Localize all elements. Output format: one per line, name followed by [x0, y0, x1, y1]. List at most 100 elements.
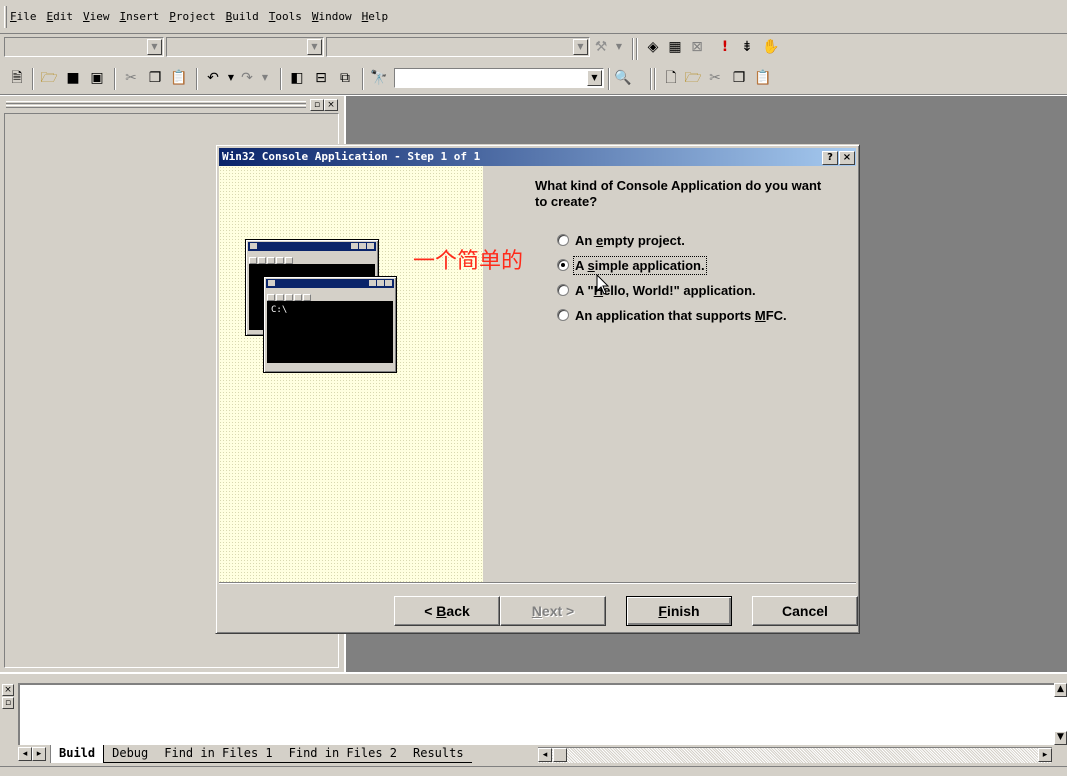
go-icon[interactable]: ⇟	[738, 38, 756, 56]
chevron-down-icon[interactable]: ▼	[587, 70, 602, 86]
new-text-file-icon[interactable]: 🗎	[8, 69, 26, 87]
radio-empty-project[interactable]: An empty project.	[557, 231, 685, 249]
output-vertical-scrollbar[interactable]: ▲ ▼	[1054, 683, 1067, 745]
menu-item-build[interactable]: Build	[226, 10, 259, 23]
open-icon[interactable]: 🗁	[684, 69, 702, 87]
new-icon[interactable]: 🗋	[662, 69, 680, 87]
radio-button[interactable]	[557, 309, 569, 321]
chevron-down-icon[interactable]: ▼	[610, 38, 628, 56]
tab-scroll-right-icon[interactable]: ▸	[32, 747, 46, 761]
console-prompt: C:\	[267, 301, 393, 363]
finish-button[interactable]: Finish	[626, 596, 732, 626]
tab-find-in-files-1[interactable]: Find in Files 1	[156, 745, 281, 763]
menu-bar-grip[interactable]	[4, 6, 7, 28]
standard-toolbar: 🗎 🗁 ■ ▣ ✂ ❐ 📋 ↶ ▼ ↷ ▼ ◧ ⊟ ⧉ 🔭 ▼ 🔍 🗋 🗁 ✂ …	[0, 64, 790, 94]
copy-icon[interactable]: ❐	[730, 69, 748, 87]
radio-simple-application[interactable]: A simple application.	[557, 255, 707, 275]
scroll-right-icon[interactable]: ▸	[1038, 748, 1052, 762]
wizard-illustration-panel: C:\	[219, 166, 483, 582]
menu-item-file[interactable]: File	[10, 10, 37, 23]
save-icon[interactable]: ■	[64, 69, 82, 87]
dialog-separator	[219, 582, 856, 584]
radio-mfc-application[interactable]: An application that supports MFC.	[557, 306, 787, 324]
find-combo[interactable]: ▼	[394, 68, 604, 88]
chevron-down-icon[interactable]: ▼	[256, 69, 274, 87]
back-button[interactable]: < Back	[394, 596, 500, 626]
menu-bar: File Edit View Insert Project Build Tools Windo…	[0, 0, 1067, 34]
open-icon[interactable]: 🗁	[40, 69, 58, 87]
window-list-icon[interactable]: ⧉	[336, 69, 354, 87]
next-button[interactable]: Next >	[500, 596, 606, 626]
radio-hello-world[interactable]: A "Hello, World!" application.	[557, 281, 756, 299]
radio-button[interactable]	[557, 234, 569, 246]
scroll-left-icon[interactable]: ◂	[538, 748, 552, 762]
radio-button[interactable]	[557, 284, 569, 296]
radio-label: An empty project.	[575, 232, 685, 248]
tab-build[interactable]: Build	[50, 745, 105, 763]
output-icon[interactable]: ⊟	[312, 69, 330, 87]
class-combo[interactable]: ▼	[4, 37, 164, 57]
tab-scroll-left-icon[interactable]: ◂	[18, 747, 32, 761]
menu-item-help[interactable]: Help	[362, 10, 389, 23]
maximize-icon[interactable]: ▫	[310, 99, 324, 111]
scroll-down-icon[interactable]: ▼	[1054, 731, 1067, 745]
scroll-up-icon[interactable]: ▲	[1054, 683, 1067, 697]
radio-label: An application that supports MFC.	[575, 307, 787, 323]
close-icon[interactable]: ×	[839, 151, 855, 165]
wizard-action-icon[interactable]: ⚒	[592, 38, 610, 56]
find-icon[interactable]: 🔍	[614, 69, 632, 87]
maximize-icon[interactable]: ▫	[2, 697, 14, 709]
execute-icon[interactable]: !	[716, 38, 734, 56]
menu-item-insert[interactable]: Insert	[120, 10, 160, 23]
menu-items: File Edit View Insert Project Build Tools Windo…	[10, 10, 388, 23]
radio-button[interactable]	[557, 259, 569, 271]
menu-item-tools[interactable]: Tools	[269, 10, 302, 23]
redo-icon[interactable]: ↷	[238, 69, 256, 87]
compile-icon[interactable]: ◈	[644, 38, 662, 56]
menu-item-project[interactable]: Project	[169, 10, 215, 23]
wizard-question: What kind of Console Application do you …	[535, 178, 822, 209]
dialog-title-bar[interactable]: Win32 Console Application - Step 1 of 1 …	[219, 148, 856, 166]
menu-item-window[interactable]: Window	[312, 10, 352, 23]
cut-icon[interactable]: ✂	[706, 69, 724, 87]
chevron-down-icon[interactable]: ▼	[307, 39, 322, 55]
cut-icon[interactable]: ✂	[122, 69, 140, 87]
filter-combo[interactable]: ▼	[166, 37, 324, 57]
tab-results[interactable]: Results	[405, 745, 472, 763]
cancel-button[interactable]: Cancel	[752, 596, 858, 626]
mouse-cursor-icon	[596, 274, 610, 295]
menu-item-edit[interactable]: Edit	[47, 10, 74, 23]
chevron-down-icon[interactable]: ▼	[573, 39, 588, 55]
save-all-icon[interactable]: ▣	[88, 69, 106, 87]
paste-icon[interactable]: 📋	[170, 69, 188, 87]
copy-icon[interactable]: ❐	[146, 69, 164, 87]
undo-icon[interactable]: ↶	[204, 69, 222, 87]
find-in-files-icon[interactable]: 🔭	[370, 69, 388, 87]
radio-label: A simple application.	[573, 255, 707, 275]
status-bar	[0, 766, 1067, 776]
tab-scroll-buttons: ◂ ▸	[18, 747, 46, 761]
output-horizontal-scrollbar[interactable]: ◂ ▸	[538, 747, 1052, 763]
insert-breakpoint-icon[interactable]: ✋	[762, 38, 780, 56]
menu-item-view[interactable]: View	[83, 10, 110, 23]
paste-icon[interactable]: 📋	[754, 69, 772, 87]
close-icon[interactable]: ×	[2, 684, 14, 696]
scroll-thumb[interactable]	[553, 748, 567, 762]
members-combo[interactable]: ▼	[326, 37, 590, 57]
stop-build-icon[interactable]: ⊠	[688, 38, 706, 56]
workspace-icon[interactable]: ◧	[288, 69, 306, 87]
workspace-title-bar[interactable]: ▫ ×	[4, 97, 340, 113]
chevron-down-icon[interactable]: ▼	[147, 39, 162, 55]
annotation-text: 一个简单的	[413, 249, 524, 274]
tab-debug[interactable]: Debug	[104, 745, 157, 763]
dialog-title: Win32 Console Application - Step 1 of 1	[222, 150, 481, 163]
close-icon[interactable]: ×	[324, 99, 338, 111]
console-window-illustration-front: C:\	[263, 276, 397, 373]
tab-find-in-files-2[interactable]: Find in Files 2	[280, 745, 405, 763]
output-tabs: Build Debug Find in Files 1 Find in Files 2…	[50, 745, 472, 767]
output-text-area[interactable]	[18, 683, 1054, 745]
wizard-bar-toolbar: ▼ ▼ ▼ ⚒ ▼ ◈ ▦ ⊠ ! ⇟ ✋	[0, 35, 790, 63]
help-icon[interactable]: ?	[822, 151, 838, 165]
wizard-dialog: Win32 Console Application - Step 1 of 1 …	[215, 144, 860, 634]
build-icon[interactable]: ▦	[666, 38, 684, 56]
